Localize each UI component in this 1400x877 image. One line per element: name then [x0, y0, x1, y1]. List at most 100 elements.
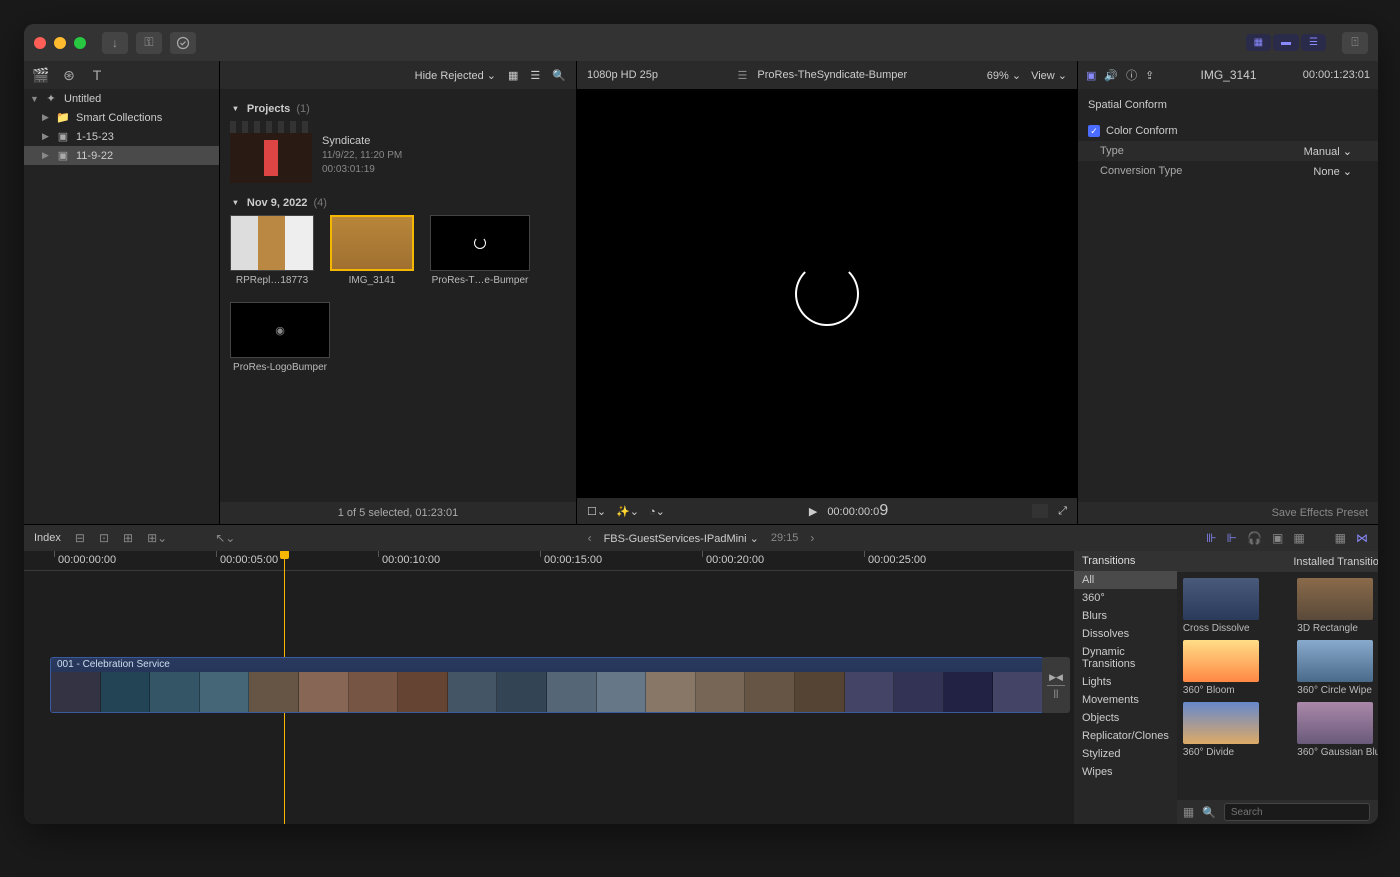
history-back-icon[interactable]: ‹ [588, 531, 592, 545]
transition-category[interactable]: Dynamic Transitions [1074, 643, 1177, 673]
library-root[interactable]: ▼ ✦ Untitled [24, 89, 219, 108]
transition-label: 360° Gaussian Blur [1297, 747, 1378, 758]
video-inspector-icon[interactable]: ▣ [1086, 69, 1096, 82]
transition-item[interactable]: Cross Dissolve [1183, 578, 1287, 634]
enhance-icon[interactable]: ✨⌄ [616, 505, 639, 518]
transition-item[interactable]: 360° Gaussian Blur [1297, 702, 1378, 758]
list-view-icon[interactable]: ☰ [530, 69, 540, 82]
transition-category[interactable]: 360° [1074, 589, 1177, 607]
sidebar-item-smart[interactable]: ▶ 📁 Smart Collections [24, 108, 219, 127]
library-icon[interactable]: 🎬 [32, 66, 50, 84]
type-row: Type Manual ⌄ [1078, 141, 1378, 161]
transition-category[interactable]: Stylized [1074, 745, 1177, 763]
background-tasks-button[interactable] [170, 32, 196, 54]
timeline[interactable]: 00:00:00:0000:00:05:0000:00:10:0000:00:1… [24, 551, 1074, 824]
insert-icon[interactable]: ⊞⌄ [147, 531, 167, 545]
timeline-clip[interactable]: 001 - Celebration Service [50, 657, 1044, 713]
disconnected-audio-icon[interactable]: ▶◀|| [1042, 657, 1070, 713]
sidebar-item-event-1[interactable]: ▶ ▣ 1-15-23 [24, 127, 219, 146]
clip-item[interactable]: ProRes-T…e-Bumper [430, 215, 530, 286]
play-button[interactable]: ▶ [809, 505, 817, 518]
fullscreen-icon[interactable]: ⤢ [1058, 505, 1067, 518]
transitions-icon[interactable]: ⋈ [1356, 531, 1368, 545]
audio-meters [1032, 504, 1048, 518]
zoom-button[interactable] [74, 37, 86, 49]
lane-icon[interactable]: ▦ [1293, 531, 1304, 545]
transform-icon[interactable]: ☐⌄ [587, 505, 606, 518]
clip-appearance-icon[interactable]: ▦ [508, 69, 518, 82]
transition-category[interactable]: Replicator/Clones [1074, 727, 1177, 745]
transition-thumb [1183, 640, 1259, 682]
transition-category[interactable]: Blurs [1074, 607, 1177, 625]
projects-header[interactable]: ▼ Projects (1) [230, 103, 566, 115]
sidebar-item-event-2[interactable]: ▶ ▣ 11-9-22 [24, 146, 219, 165]
workspace-inspector-button[interactable]: ☰ [1301, 34, 1326, 51]
clip-item[interactable]: RPRepl…18773 [230, 215, 314, 286]
project-item[interactable]: Syndicate 11/9/22, 11:20 PM 00:03:01:19 [230, 121, 566, 183]
event-header[interactable]: ▼ Nov 9, 2022 (4) [230, 197, 566, 209]
event-icon: ▣ [56, 130, 70, 143]
share-button[interactable]: ⍐ [1342, 32, 1368, 54]
titles-icon[interactable]: T [88, 66, 106, 84]
workspace-segments: ▦ ▬ ☰ [1246, 34, 1326, 51]
transition-item[interactable]: 3D Rectangle [1297, 578, 1378, 634]
installed-dropdown[interactable]: Installed Transitions ⌄ [1177, 551, 1378, 572]
import-button[interactable]: ↓ [102, 32, 128, 54]
position-icon[interactable]: ⊡ [99, 531, 109, 545]
timeline-project-name[interactable]: FBS-GuestServices-IPadMini ⌄ [604, 532, 759, 545]
connect-icon[interactable]: ⊞ [123, 531, 133, 545]
transition-category[interactable]: All [1074, 571, 1177, 589]
solo-icon[interactable]: 🎧 [1247, 531, 1262, 545]
minimize-button[interactable] [54, 37, 66, 49]
effects-icon[interactable]: ▦ [1335, 531, 1346, 545]
transition-category[interactable]: Lights [1074, 673, 1177, 691]
audio-inspector-icon[interactable]: 🔊 [1104, 69, 1118, 82]
filter-dropdown[interactable]: Hide Rejected ⌄ [415, 69, 496, 82]
select-tool-icon[interactable]: ↖⌄ [215, 531, 235, 545]
trim-icon[interactable]: ⊟ [75, 531, 85, 545]
index-button[interactable]: Index [34, 532, 61, 544]
transition-category[interactable]: Wipes [1074, 763, 1177, 781]
transition-category[interactable]: Objects [1074, 709, 1177, 727]
retime-icon[interactable]: ◔⌄ [649, 505, 665, 518]
transitions-categories: Transitions All360°BlursDissolvesDynamic… [1074, 551, 1177, 824]
snap-icon[interactable]: ▣ [1272, 531, 1283, 545]
zoom-dropdown[interactable]: 69% ⌄ [987, 69, 1021, 82]
save-preset-button[interactable]: Save Effects Preset [1078, 502, 1378, 524]
transition-item[interactable]: 360° Circle Wipe [1297, 640, 1378, 696]
audio-skim-icon[interactable]: ⊩ [1227, 531, 1237, 545]
title-icon: ☰ [738, 69, 748, 82]
transition-item[interactable]: 360° Bloom [1183, 640, 1287, 696]
view-dropdown[interactable]: View ⌄ [1031, 69, 1067, 82]
share-inspector-icon[interactable]: ⇪ [1145, 69, 1154, 82]
timecode[interactable]: 00:00:00:09 [827, 502, 888, 520]
viewer-canvas[interactable] [577, 89, 1077, 498]
clip-item[interactable]: IMG_3141 [330, 215, 414, 286]
keyword-button[interactable]: ⚿ [136, 32, 162, 54]
browser-status: 1 of 5 selected, 01:23:01 [220, 502, 576, 524]
color-conform-header[interactable]: ✓ Color Conform [1088, 121, 1368, 141]
timeline-project-time: 29:15 [771, 532, 799, 544]
photos-icon[interactable]: ⊛ [60, 66, 78, 84]
checkbox-icon[interactable]: ✓ [1088, 125, 1100, 137]
transition-category[interactable]: Movements [1074, 691, 1177, 709]
clip-item[interactable]: ◉ ProRes-LogoBumper [230, 302, 330, 373]
transition-thumb [1297, 640, 1373, 682]
workspace-timeline-button[interactable]: ▬ [1273, 34, 1299, 51]
transitions-search[interactable] [1224, 803, 1370, 821]
transition-category[interactable]: Dissolves [1074, 625, 1177, 643]
transition-item[interactable]: 360° Divide [1183, 702, 1287, 758]
folder-icon: 📁 [56, 111, 70, 124]
search-icon[interactable]: 🔍 [552, 69, 566, 82]
close-button[interactable] [34, 37, 46, 49]
spatial-conform-header[interactable]: Spatial Conform [1088, 95, 1368, 115]
history-forward-icon[interactable]: › [810, 531, 814, 545]
workspace-browser-button[interactable]: ▦ [1246, 34, 1271, 51]
grid-view-icon[interactable]: ▦ [1183, 805, 1194, 819]
skimming-icon[interactable]: ⊪ [1206, 531, 1216, 545]
timeline-ruler[interactable]: 00:00:00:0000:00:05:0000:00:10:0000:00:1… [24, 551, 1074, 571]
conversion-dropdown[interactable]: None ⌄ [1313, 165, 1368, 178]
spinner-icon [474, 237, 486, 249]
info-inspector-icon[interactable]: ⓘ [1126, 67, 1137, 83]
type-dropdown[interactable]: Manual ⌄ [1304, 145, 1368, 158]
